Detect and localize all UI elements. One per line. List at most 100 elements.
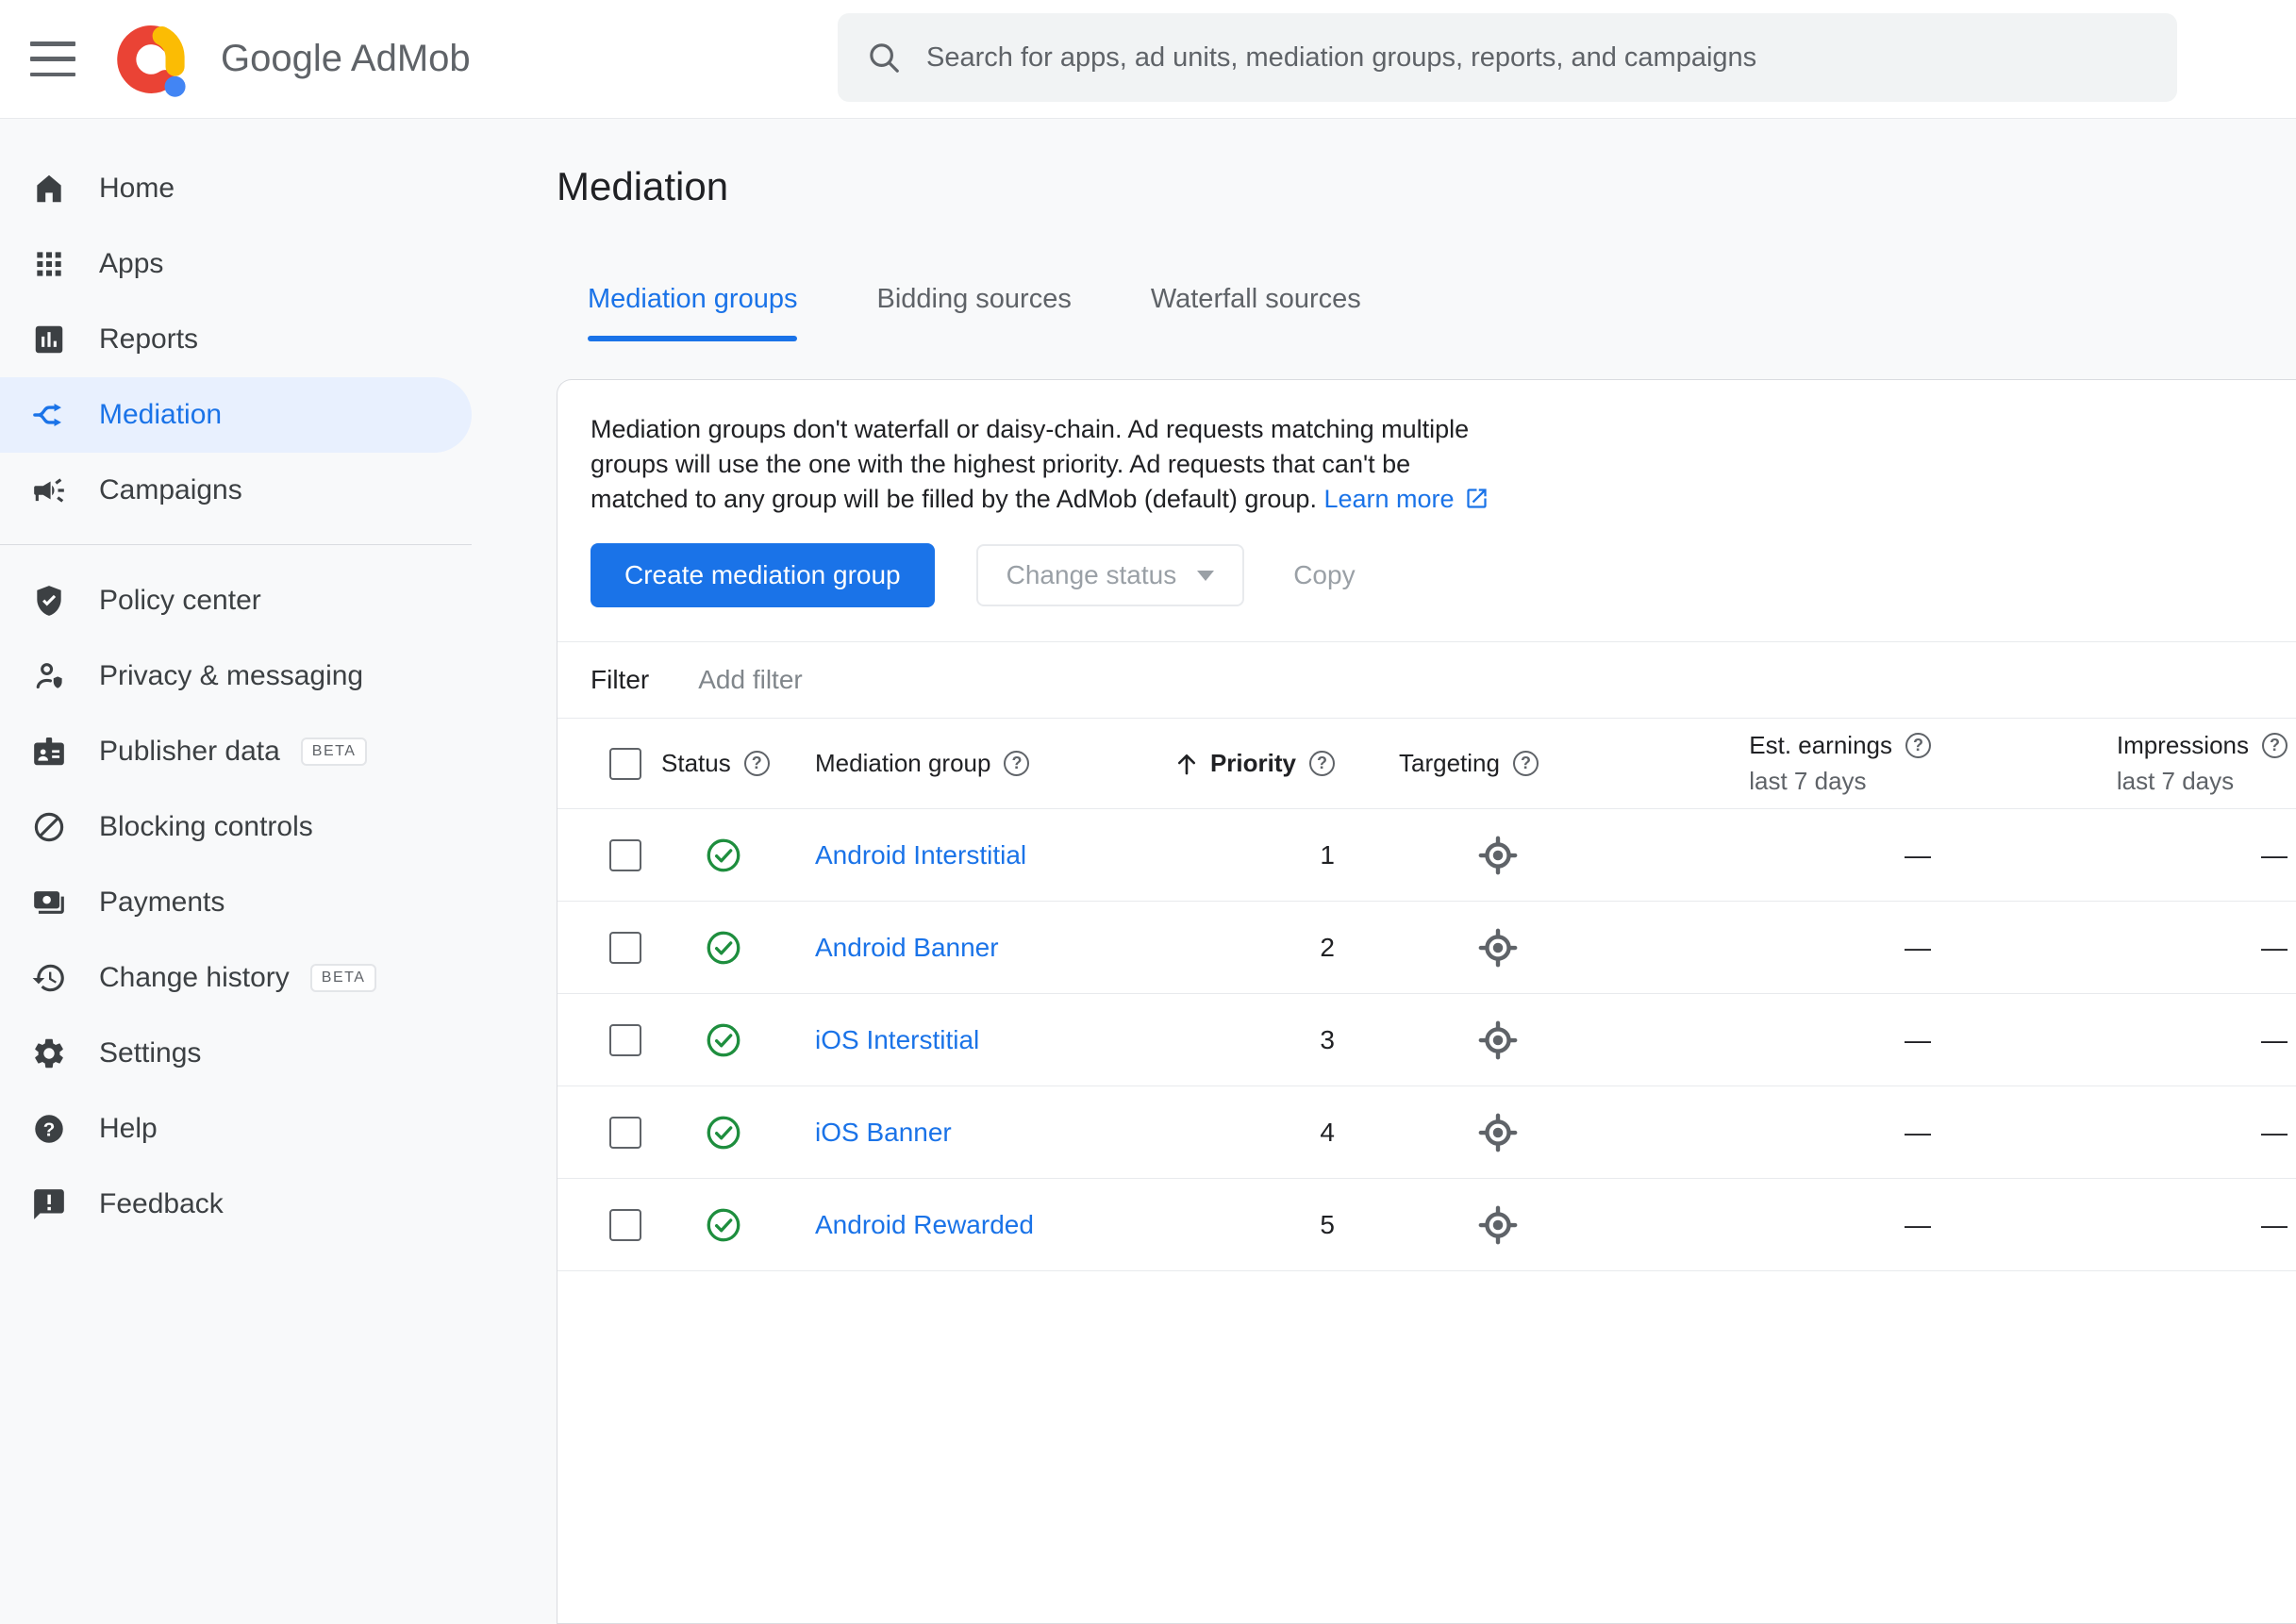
column-subheader: last 7 days — [1749, 767, 1867, 795]
status-active-icon — [704, 1205, 743, 1245]
table-row: iOS Interstitial 3 — — — [557, 994, 2296, 1086]
targeting-icon[interactable] — [1478, 836, 1518, 875]
column-header-targeting[interactable]: Targeting ? — [1350, 719, 1595, 808]
impressions-value: — — [2261, 839, 2288, 870]
help-icon[interactable]: ? — [1309, 751, 1335, 776]
sidebar-item-payments[interactable]: Payments — [0, 865, 548, 940]
column-header-impressions[interactable]: Impressions ? last 7 days — [1931, 719, 2288, 808]
sidebar-item-label: Privacy & messaging — [99, 660, 364, 691]
help-icon[interactable]: ? — [743, 751, 770, 776]
table-header-row: Status ? Mediation group ? Priority ? Ta… — [557, 719, 2296, 809]
tab-bidding-sources[interactable]: Bidding sources — [876, 283, 1071, 341]
create-mediation-group-button[interactable]: Create mediation group — [591, 543, 935, 607]
sidebar: Home Apps Reports Mediation Campaigns Po… — [0, 119, 548, 1305]
est-earnings-value: — — [1905, 1117, 1931, 1147]
main-content: Mediation Mediation groups Bidding sourc… — [557, 119, 2296, 1624]
beta-badge: BETA — [300, 737, 368, 766]
est-earnings-value: — — [1905, 932, 1931, 962]
tab-mediation-groups[interactable]: Mediation groups — [588, 283, 798, 341]
impressions-value: — — [2261, 932, 2288, 962]
copy-button[interactable]: Copy — [1288, 559, 1360, 591]
history-clock-icon — [31, 960, 67, 996]
search-icon — [870, 43, 899, 73]
help-icon[interactable]: ? — [2262, 733, 2288, 758]
targeting-icon[interactable] — [1478, 928, 1518, 968]
sidebar-item-campaigns[interactable]: Campaigns — [0, 453, 548, 528]
search-input[interactable] — [924, 41, 2149, 75]
targeting-icon[interactable] — [1478, 1113, 1518, 1152]
beta-badge: BETA — [309, 964, 377, 992]
filter-bar: Filter Add filter — [557, 642, 2296, 719]
gear-icon — [31, 1036, 67, 1071]
est-earnings-value: — — [1905, 1209, 1931, 1239]
tab-bar: Mediation groups Bidding sources Waterfa… — [557, 283, 2296, 341]
sidebar-item-home[interactable]: Home — [0, 151, 548, 226]
mediation-group-link[interactable]: iOS Banner — [815, 1118, 952, 1148]
global-search-bar — [838, 13, 2177, 102]
home-icon — [31, 171, 67, 207]
feedback-bubble-icon — [31, 1186, 67, 1222]
learn-more-link[interactable]: Learn more — [1323, 485, 1489, 513]
sidebar-item-label: Reports — [99, 323, 199, 355]
mediation-group-link[interactable]: iOS Interstitial — [815, 1025, 979, 1055]
sidebar-item-policy-center[interactable]: Policy center — [0, 563, 548, 638]
help-icon[interactable]: ? — [1004, 751, 1030, 776]
sidebar-item-feedback[interactable]: Feedback — [0, 1167, 548, 1242]
help-circle-icon: ? — [31, 1111, 67, 1147]
row-checkbox[interactable] — [609, 931, 641, 964]
sidebar-item-mediation[interactable]: Mediation — [0, 377, 472, 453]
sidebar-item-publisher-data[interactable]: Publisher data BETA — [0, 714, 548, 789]
sidebar-item-reports[interactable]: Reports — [0, 302, 548, 377]
menu-icon[interactable] — [30, 41, 75, 76]
mediation-group-link[interactable]: Android Interstitial — [815, 840, 1026, 870]
sidebar-item-privacy-messaging[interactable]: Privacy & messaging — [0, 638, 548, 714]
sidebar-item-settings[interactable]: Settings — [0, 1016, 548, 1091]
sidebar-item-label: Help — [99, 1113, 158, 1144]
priority-value: 3 — [1320, 1024, 1335, 1054]
mediation-group-link[interactable]: Android Rewarded — [815, 1210, 1034, 1240]
priority-value: 5 — [1320, 1209, 1335, 1239]
sidebar-item-label: Payments — [99, 887, 225, 918]
column-header-est-earnings[interactable]: Est. earnings ? last 7 days — [1595, 719, 1931, 808]
add-filter-button[interactable]: Add filter — [698, 665, 803, 695]
header-checkbox-cell — [557, 719, 661, 808]
impressions-value: — — [2261, 1209, 2288, 1239]
sidebar-item-apps[interactable]: Apps — [0, 226, 548, 302]
targeting-icon[interactable] — [1478, 1020, 1518, 1060]
sidebar-item-label: Feedback — [99, 1188, 224, 1219]
priority-value: 2 — [1320, 932, 1335, 962]
est-earnings-value: — — [1905, 839, 1931, 870]
sidebar-item-blocking-controls[interactable]: Blocking controls — [0, 789, 548, 865]
sidebar-item-label: Apps — [99, 248, 164, 279]
sidebar-item-change-history[interactable]: Change history BETA — [0, 940, 548, 1016]
column-subheader: last 7 days — [2116, 767, 2235, 795]
sidebar-item-label: Policy center — [99, 585, 261, 616]
admob-logo[interactable] — [111, 16, 198, 103]
tab-waterfall-sources[interactable]: Waterfall sources — [1151, 283, 1361, 341]
action-buttons: Create mediation group Change status Cop… — [591, 543, 2296, 607]
column-header-status[interactable]: Status ? — [661, 719, 815, 808]
change-status-label: Change status — [1006, 560, 1177, 589]
status-active-icon — [704, 836, 743, 875]
table-row: Android Banner 2 — — — [557, 902, 2296, 994]
row-checkbox[interactable] — [609, 1116, 641, 1149]
priority-value: 1 — [1320, 839, 1335, 870]
help-icon[interactable]: ? — [1905, 733, 1931, 758]
payments-icon — [31, 885, 67, 920]
shield-check-icon — [31, 583, 67, 619]
row-checkbox[interactable] — [609, 838, 641, 871]
est-earnings-value: — — [1905, 1024, 1931, 1054]
targeting-icon[interactable] — [1478, 1205, 1518, 1245]
column-header-mediation-group[interactable]: Mediation group ? — [815, 719, 1180, 808]
mediation-group-link[interactable]: Android Banner — [815, 933, 999, 963]
change-status-button[interactable]: Change status — [975, 544, 1245, 606]
sidebar-item-help[interactable]: ? Help — [0, 1091, 548, 1167]
select-all-checkbox[interactable] — [609, 747, 641, 780]
help-icon[interactable]: ? — [1512, 751, 1539, 776]
mediation-groups-card: Mediation groups don't waterfall or dais… — [557, 379, 2296, 1624]
sidebar-item-label: Change history — [99, 962, 290, 993]
column-header-priority[interactable]: Priority ? — [1177, 719, 1350, 808]
row-checkbox[interactable] — [609, 1208, 641, 1241]
row-checkbox[interactable] — [609, 1023, 641, 1056]
mediation-description: Mediation groups don't waterfall or dais… — [591, 412, 1515, 517]
